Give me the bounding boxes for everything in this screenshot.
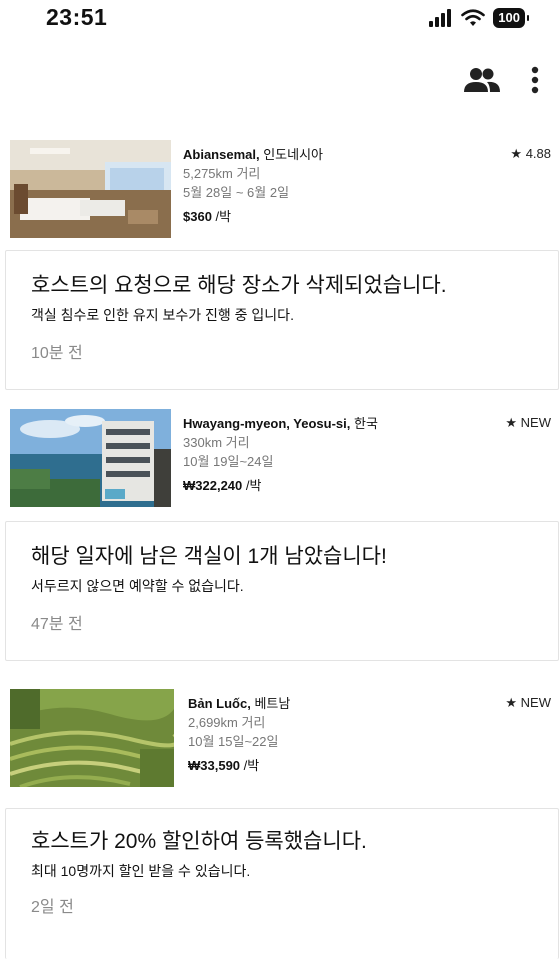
notification-body: 최대 10명까지 할인 받을 수 있습니다. <box>31 863 251 879</box>
notification-title: 해당 일자에 남은 객실이 1개 남았습니다! <box>31 545 387 568</box>
listing-rating: ★ NEW <box>505 415 551 430</box>
listing-photo[interactable] <box>10 140 171 238</box>
wifi-icon <box>461 9 486 26</box>
listing-location: Bản Luốc, 베트남 <box>188 696 291 711</box>
notification-body: 서두르지 않으면 예약할 수 없습니다. <box>31 578 244 594</box>
battery-icon: 100 <box>493 8 529 28</box>
listing-photo[interactable] <box>10 409 171 507</box>
listing-dates: 10월 15일~22일 <box>188 734 279 749</box>
listing-info: Hwayang-myeon, Yeosu-si, 한국 330km 거리 10월… <box>183 415 378 496</box>
listing-distance: 5,275km 거리 <box>183 166 261 181</box>
listing-photo[interactable] <box>10 689 174 787</box>
listing-rating: ★ NEW <box>505 695 551 710</box>
top-actions <box>463 66 539 94</box>
listing-price: ₩322,240 /박 <box>183 478 262 493</box>
more-vertical-icon[interactable] <box>531 66 539 94</box>
listing-location: Abiansemal, 인도네시아 <box>183 147 324 162</box>
listing-distance: 2,699km 거리 <box>188 715 266 730</box>
notification-card[interactable]: 해당 일자에 남은 객실이 1개 남았습니다! 서두르지 않으면 예약할 수 없… <box>5 521 559 661</box>
listing-card[interactable]: Bản Luốc, 베트남 2,699km 거리 10월 15일~22일 ₩33… <box>0 689 559 789</box>
notification-title: 호스트의 요청으로 해당 장소가 삭제되었습니다. <box>31 274 447 297</box>
listing-location: Hwayang-myeon, Yeosu-si, 한국 <box>183 416 378 431</box>
notification-card[interactable]: 호스트의 요청으로 해당 장소가 삭제되었습니다. 객실 침수로 인한 유지 보… <box>5 250 559 390</box>
notification-time: 10분 전 <box>31 345 83 362</box>
listing-info: Bản Luốc, 베트남 2,699km 거리 10월 15일~22일 ₩33… <box>188 695 290 776</box>
people-icon[interactable] <box>463 67 501 93</box>
status-time: 23:51 <box>46 4 108 30</box>
listing-price: $360 /박 <box>183 209 232 224</box>
notification-body: 객실 침수로 인한 유지 보수가 진행 중 입니다. <box>31 307 294 323</box>
listing-distance: 330km 거리 <box>183 435 250 450</box>
listing-card[interactable]: Abiansemal, 인도네시아 5,275km 거리 5월 28일 ~ 6월… <box>0 140 559 240</box>
notification-card[interactable]: 호스트가 20% 할인하여 등록했습니다. 최대 10명까지 할인 받을 수 있… <box>5 808 559 959</box>
listing-info: Abiansemal, 인도네시아 5,275km 거리 5월 28일 ~ 6월… <box>183 146 323 227</box>
notification-title: 호스트가 20% 할인하여 등록했습니다. <box>31 830 367 853</box>
status-icons: 100 <box>429 8 529 28</box>
listing-price: ₩33,590 /박 <box>188 758 260 773</box>
listing-dates: 10월 19일~24일 <box>183 454 274 469</box>
listing-rating: ★ 4.88 <box>510 146 551 161</box>
listing-card[interactable]: Hwayang-myeon, Yeosu-si, 한국 330km 거리 10월… <box>0 409 559 509</box>
notification-time: 47분 전 <box>31 616 83 633</box>
signal-icon <box>429 9 452 27</box>
notification-time: 2일 전 <box>31 899 74 916</box>
listing-dates: 5월 28일 ~ 6월 2일 <box>183 185 290 200</box>
status-bar: 23:51 100 <box>0 0 559 40</box>
